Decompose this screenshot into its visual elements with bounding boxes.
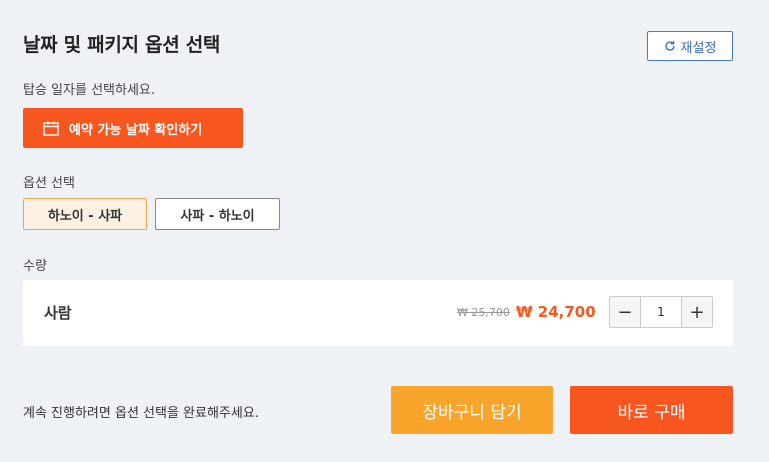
add-to-cart-button[interactable]: 장바구니 담기 (391, 386, 553, 434)
option-label: 하노이 - 사파 (47, 208, 123, 224)
page-title: 날짜 및 패키지 옵션 선택 (23, 34, 221, 56)
option-sapa-hanoi[interactable]: 사파 - 하노이 (155, 198, 280, 230)
footer-note: 계속 진행하려면 옵션 선택을 완료해주세요. (23, 406, 259, 421)
calendar-icon (43, 121, 59, 136)
decrease-button[interactable]: − (610, 297, 641, 327)
quantity-row: 사람 ₩ 25,700 ₩ 24,700 − 1 + (23, 280, 733, 346)
person-label: 사람 (44, 304, 72, 322)
quantity-label: 수량 (23, 259, 47, 274)
quantity-value[interactable]: 1 (641, 297, 681, 327)
options-label: 옵션 선택 (23, 176, 75, 191)
date-hint: 탑승 일자를 선택하세요. (23, 83, 155, 98)
increase-button[interactable]: + (681, 297, 712, 327)
buy-now-button[interactable]: 바로 구매 (570, 386, 733, 434)
check-dates-button[interactable]: 예약 가능 날짜 확인하기 (23, 108, 243, 148)
sale-price: ₩ 24,700 (516, 303, 596, 321)
refresh-icon (664, 41, 675, 51)
reset-label: 재설정 (680, 40, 717, 56)
option-label: 사파 - 하노이 (180, 208, 255, 224)
option-hanoi-sapa[interactable]: 하노이 - 사파 (23, 198, 147, 230)
quantity-stepper: − 1 + (609, 296, 713, 328)
original-price: ₩ 25,700 (457, 306, 510, 319)
check-dates-label: 예약 가능 날짜 확인하기 (69, 122, 203, 138)
reset-button[interactable]: 재설정 (647, 31, 733, 61)
